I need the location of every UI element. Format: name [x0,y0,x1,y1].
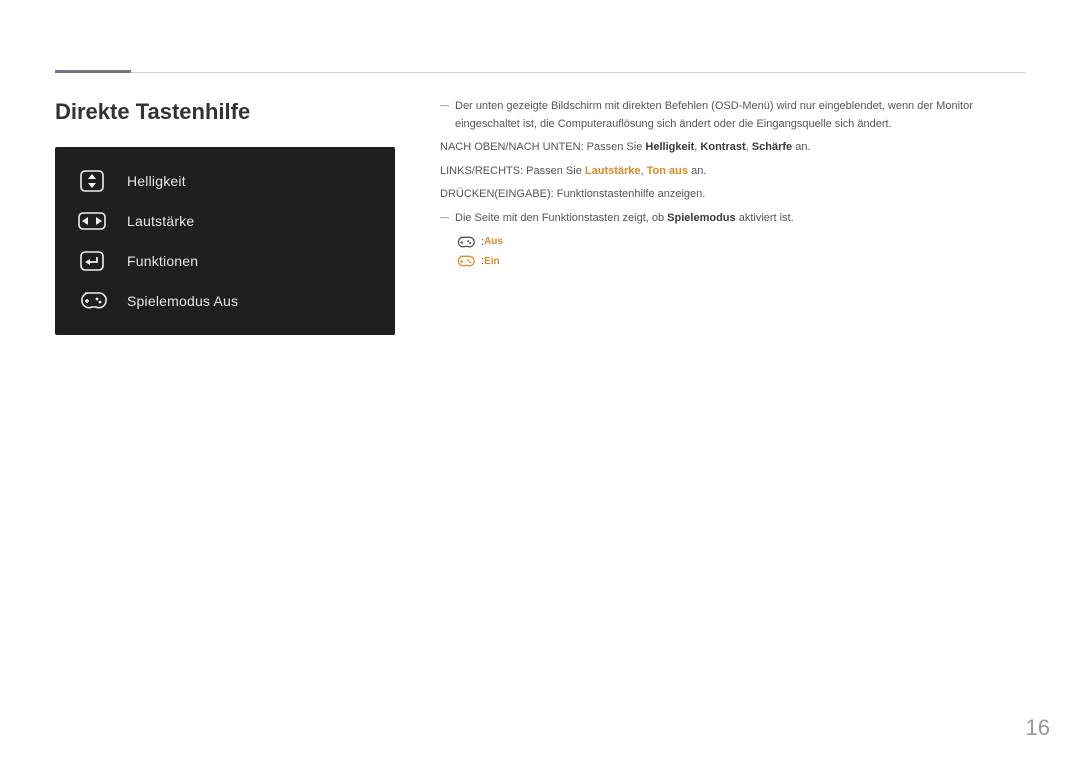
instruction-line: DRÜCKEN(EINGABE): Funktionstastenhilfe a… [440,186,1022,204]
status-label: Aus [484,234,503,250]
gamepad-on-icon [455,255,475,269]
note-dash-icon: — [440,210,455,228]
enter-icon [77,250,107,272]
up-down-icon [77,170,107,192]
header-rule [55,72,1025,73]
osd-label: Lautstärke [127,213,194,229]
osd-panel: Helligkeit Lautstärke Funktionen [55,147,395,335]
instruction-line: NACH OBEN/NACH UNTEN: Passen Sie Helligk… [440,139,1022,157]
gamemode-on-indicator: : Ein [455,253,1022,271]
gamemode-off-indicator: : Aus [455,234,1022,252]
osd-label: Helligkeit [127,173,186,189]
note-text: Der unten gezeigte Bildschirm mit direkt… [455,98,1022,133]
header-accent [55,70,131,73]
description-column: — Der unten gezeigte Bildschirm mit dire… [440,98,1022,273]
keyword: Kontrast [700,141,745,153]
gamepad-icon [77,290,107,312]
text: Die Seite mit den Funktionstasten zeigt,… [455,212,667,224]
text: aktiviert ist. [736,212,794,224]
osd-label: Funktionen [127,253,198,269]
osd-row-gamemode: Spielemodus Aus [55,281,395,321]
note-dash-icon: — [440,98,455,133]
osd-label: Spielemodus Aus [127,293,238,309]
osd-row-functions: Funktionen [55,241,395,281]
keyword: Lautstärke [585,165,641,177]
text: NACH OBEN/NACH UNTEN: Passen Sie [440,141,645,153]
osd-row-brightness: Helligkeit [55,161,395,201]
note-line: — Die Seite mit den Funktionstasten zeig… [440,210,1022,228]
keyword: Spielemodus [667,212,735,224]
gamepad-off-icon [455,235,475,249]
osd-row-volume: Lautstärke [55,201,395,241]
text: LINKS/RECHTS: Passen Sie [440,165,585,177]
instruction-line: LINKS/RECHTS: Passen Sie Lautstärke, Ton… [440,163,1022,181]
note-line: — Der unten gezeigte Bildschirm mit dire… [440,98,1022,133]
keyword: Ton aus [647,165,688,177]
text: an. [792,141,810,153]
page-number: 16 [1026,715,1050,741]
status-label: Ein [484,254,500,270]
left-right-icon [77,210,107,232]
keyword: Schärfe [752,141,792,153]
text: an. [688,165,706,177]
keyword: Helligkeit [645,141,694,153]
note-text: Die Seite mit den Funktionstasten zeigt,… [455,210,1022,228]
page-title: Direkte Tastenhilfe [55,99,395,125]
